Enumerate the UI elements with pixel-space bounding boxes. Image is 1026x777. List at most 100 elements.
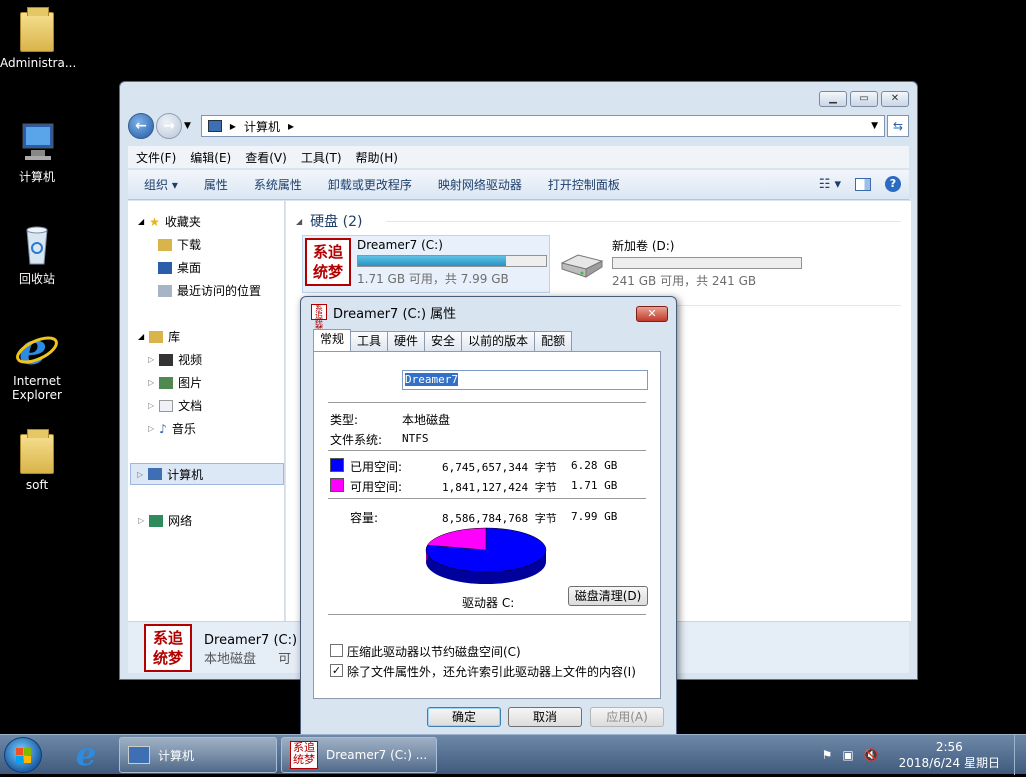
back-button[interactable]: ← (128, 113, 154, 139)
desktop-icon-computer[interactable]: 计算机 (0, 120, 74, 185)
capacity-label: 容量: (350, 511, 379, 525)
tab-tools[interactable]: 工具 (350, 331, 389, 351)
ie-taskbar-icon[interactable]: e (70, 738, 102, 771)
collapse-arrow-icon[interactable]: ◢ (296, 217, 302, 226)
menu-view[interactable]: 查看(V) (245, 149, 287, 166)
drive-free-text: 1.71 GB 可用，共 7.99 GB (357, 272, 509, 286)
computer-small-icon (207, 120, 222, 132)
expand-arrow-icon[interactable]: ▷ (138, 516, 144, 525)
breadcrumb-computer[interactable]: 计算机 (244, 118, 280, 135)
desktop-icon-ie[interactable]: e Internet Explorer (0, 324, 74, 402)
drive-free-text: 241 GB 可用，共 241 GB (612, 274, 757, 288)
tab-security[interactable]: 安全 (424, 331, 463, 351)
nav-label: 视频 (178, 353, 203, 367)
dialog-tabs: 常规 工具 硬件 安全 以前的版本 配额 (313, 329, 573, 351)
dialog-close-button[interactable]: ✕ (636, 306, 668, 322)
cancel-button[interactable]: 取消 (508, 707, 582, 727)
organize-button[interactable]: 组织 ▾ (144, 176, 178, 193)
breadcrumb-arrow-icon[interactable]: ▸ (288, 119, 294, 133)
view-options-icon[interactable]: ☷ ▾ (819, 177, 841, 192)
ok-button[interactable]: 确定 (427, 707, 501, 727)
network-tray-icon[interactable]: ▣ (842, 748, 853, 762)
taskbar-item-properties[interactable]: 系追 统梦 Dreamer7 (C:) ... (281, 737, 437, 773)
start-button[interactable] (4, 737, 42, 773)
details-type: 本地磁盘 可 (204, 651, 292, 667)
desktop-icon-administrator[interactable]: Administra... (0, 7, 76, 70)
map-network-drive-button[interactable]: 映射网络驱动器 (438, 176, 522, 193)
nav-computer[interactable]: ▷ 计算机 (130, 463, 284, 485)
address-dropdown-icon[interactable]: ▼ (871, 121, 878, 131)
dialog-title: Dreamer7 (C:) 属性 (333, 306, 457, 322)
refresh-button[interactable]: ⇆ (887, 115, 909, 137)
drive-d[interactable]: 新加卷 (D:) 241 GB 可用，共 241 GB (558, 237, 808, 293)
explorer-titlebar[interactable]: ▁ ▭ ✕ (120, 82, 917, 110)
clock-date: 2018/6/24 星期日 (898, 756, 1000, 770)
index-label[interactable]: 除了文件属性外，还允许索引此驱动器上文件的内容(I) (347, 663, 636, 680)
properties-button[interactable]: 属性 (204, 176, 228, 193)
nav-documents[interactable]: ▷ 文档 (148, 397, 202, 414)
show-desktop-button[interactable] (1014, 735, 1026, 775)
hard-drive-icon (558, 237, 606, 285)
forward-button[interactable]: → (156, 113, 182, 139)
tab-hardware[interactable]: 硬件 (387, 331, 426, 351)
preview-pane-icon[interactable] (855, 177, 871, 191)
expand-arrow-icon[interactable]: ▷ (148, 401, 154, 410)
desktop-icon-recycle-bin[interactable]: 回收站 (0, 222, 74, 287)
clock-time: 2:56 (935, 740, 963, 754)
expand-arrow-icon[interactable]: ◢ (138, 332, 144, 341)
expand-arrow-icon[interactable]: ▷ (137, 470, 143, 479)
tab-previous-versions[interactable]: 以前的版本 (461, 331, 536, 351)
dialog-titlebar[interactable]: 系追统梦 Dreamer7 (C:) 属性 (301, 297, 676, 334)
free-space-bytes: 1,841,127,424 字节 (442, 481, 557, 494)
volume-name-input[interactable]: Dreamer7 (402, 370, 648, 390)
group-header-hard-disks[interactable]: ◢ 硬盘 (2) (296, 211, 362, 231)
apply-button[interactable]: 应用(A) (590, 707, 664, 727)
menu-tools[interactable]: 工具(T) (301, 149, 342, 166)
open-control-panel-button[interactable]: 打开控制面板 (548, 176, 620, 193)
menu-edit[interactable]: 编辑(E) (190, 149, 231, 166)
disk-usage-pie (425, 527, 547, 584)
free-space-swatch (330, 478, 344, 492)
nav-videos[interactable]: ▷ 视频 (148, 351, 202, 368)
nav-recent[interactable]: 最近访问的位置 (158, 282, 261, 299)
drive-name: Dreamer7 (C:) (357, 238, 443, 252)
desktop-icon-soft[interactable]: soft (0, 429, 74, 492)
nav-libraries[interactable]: ◢ 库 (138, 328, 180, 345)
nav-label: 计算机 (167, 467, 204, 482)
expand-arrow-icon[interactable]: ▷ (148, 424, 154, 433)
breadcrumb-arrow-icon[interactable]: ▸ (230, 119, 236, 133)
expand-arrow-icon[interactable]: ◢ (138, 217, 144, 226)
volume-muted-icon[interactable]: 🔇 (864, 748, 879, 762)
nav-favorites[interactable]: ◢ ★ 收藏夹 (138, 213, 201, 230)
action-center-icon[interactable]: ⚑ (822, 748, 833, 762)
drive-c[interactable]: 系追 统梦 Dreamer7 (C:) 1.71 GB 可用，共 7.99 GB (302, 235, 550, 293)
maximize-button[interactable]: ▭ (850, 91, 878, 107)
taskbar-item-label: 计算机 (158, 748, 195, 763)
close-button[interactable]: ✕ (881, 91, 909, 107)
tab-general[interactable]: 常规 (313, 329, 352, 351)
compress-checkbox[interactable] (330, 644, 343, 657)
history-dropdown-icon[interactable]: ▼ (184, 121, 191, 131)
minimize-button[interactable]: ▁ (819, 91, 847, 107)
nav-pictures[interactable]: ▷ 图片 (148, 374, 202, 391)
nav-network[interactable]: ▷ 网络 (138, 512, 192, 529)
compress-label[interactable]: 压缩此驱动器以节约磁盘空间(C) (347, 643, 521, 660)
expand-arrow-icon[interactable]: ▷ (148, 355, 154, 364)
help-icon[interactable]: ? (885, 176, 901, 192)
address-bar[interactable]: ▸ 计算机 ▸ ▼ (200, 115, 885, 137)
disk-cleanup-button[interactable]: 磁盘清理(D) (568, 586, 648, 606)
uninstall-button[interactable]: 卸载或更改程序 (328, 176, 412, 193)
clock[interactable]: 2:56 2018/6/24 星期日 (899, 739, 1000, 771)
system-properties-button[interactable]: 系统属性 (254, 176, 302, 193)
nav-desktop[interactable]: 桌面 (158, 259, 201, 276)
expand-arrow-icon[interactable]: ▷ (148, 378, 154, 387)
taskbar-item-computer[interactable]: 计算机 (119, 737, 277, 773)
nav-music[interactable]: ▷ ♪ 音乐 (148, 420, 196, 437)
menu-help[interactable]: 帮助(H) (356, 149, 398, 166)
system-tray: ⚑ ▣ 🔇 2:56 2018/6/24 星期日 (822, 735, 1026, 775)
nav-downloads[interactable]: 下载 (158, 236, 201, 253)
tab-quota[interactable]: 配额 (534, 331, 573, 351)
menu-file[interactable]: 文件(F) (136, 149, 176, 166)
index-checkbox[interactable]: ✓ (330, 664, 343, 677)
folder-icon (20, 429, 54, 474)
